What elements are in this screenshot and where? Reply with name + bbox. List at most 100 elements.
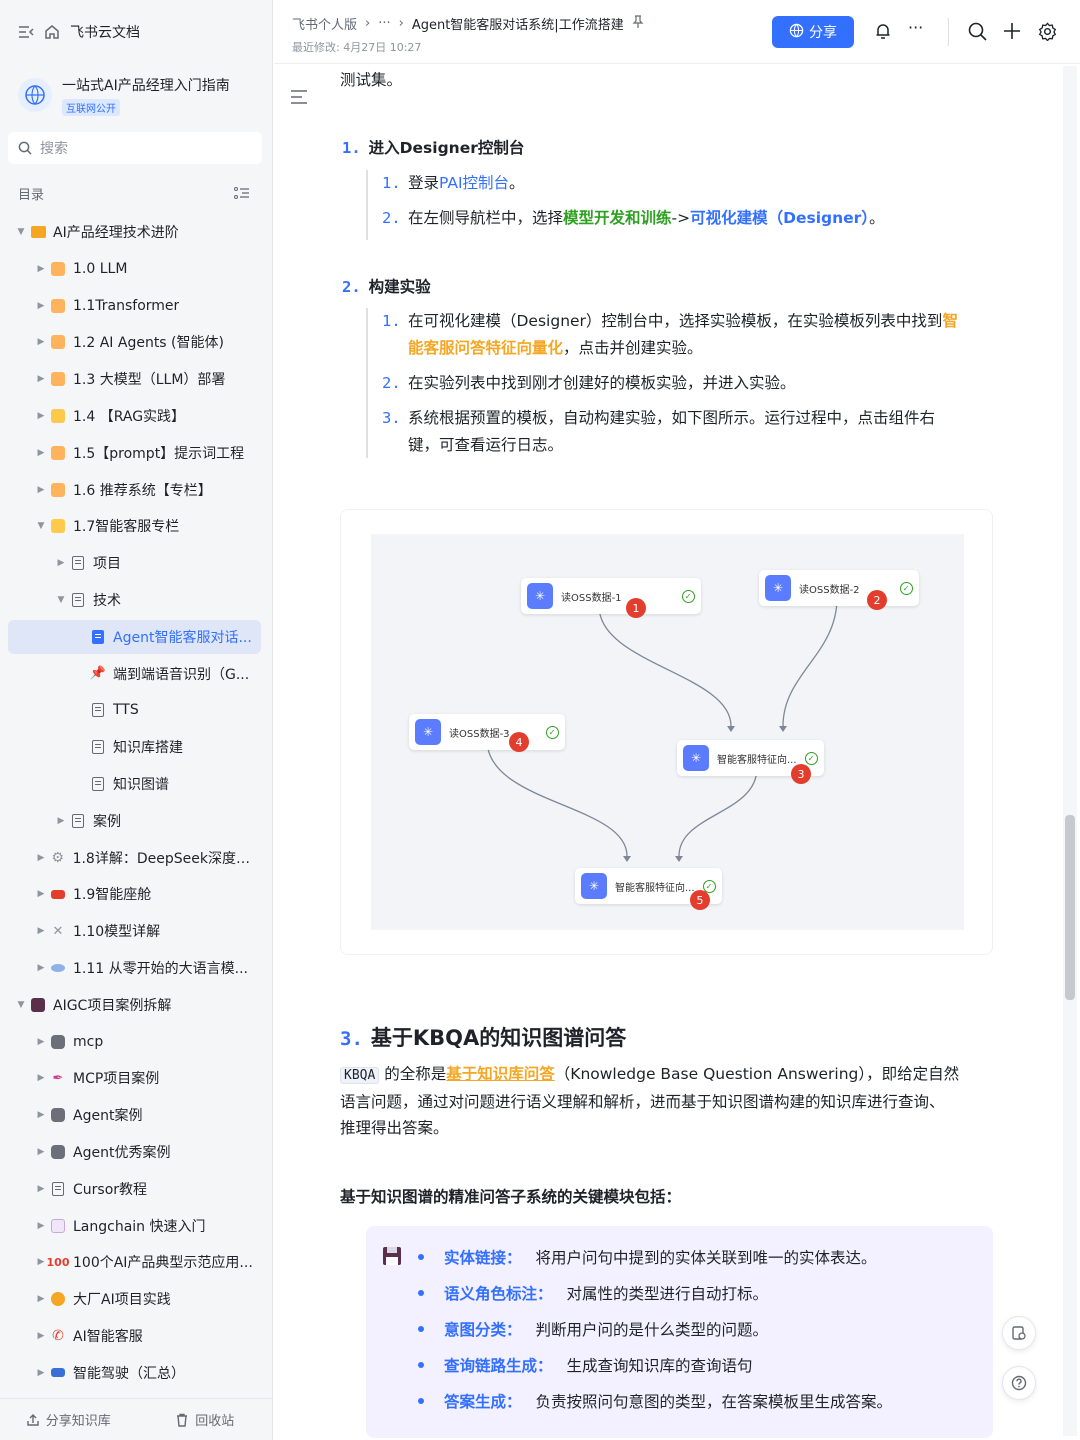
list-item: 实体链接： 将用户问句中提到的实体关联到唯一的实体表达。: [418, 1246, 877, 1268]
sidebar-item[interactable]: ▶ 100 100个AI产品典型示范应用...: [8, 1245, 261, 1279]
workflow-node[interactable]: ✳ 读OSS数据-2 ✓: [759, 570, 919, 606]
chevron-right-icon[interactable]: ▶: [34, 889, 48, 899]
sidebar-item[interactable]: ▶ mcp: [8, 1025, 261, 1059]
bullet: [418, 1362, 424, 1368]
sidebar-item[interactable]: 知识库搭建: [8, 730, 261, 764]
sidebar-item[interactable]: ▶ ⚙ 1.8详解：DeepSeek深度推...: [8, 841, 261, 875]
chevron-right-icon[interactable]: ▶: [34, 411, 48, 421]
sidebar-item-label: TTS: [113, 702, 139, 719]
recycle-bin-button[interactable]: 回收站: [137, 1410, 274, 1429]
sidebar-item[interactable]: ▶ 项目: [8, 546, 261, 580]
paragraph: KBQA 的全称是基于知识库问答（Knowledge Base Question…: [340, 1061, 1000, 1141]
sidebar-item[interactable]: ▶ 智能驾驶（汇总）: [8, 1356, 261, 1390]
scrollbar-thumb[interactable]: [1065, 815, 1075, 1000]
chevron-down-icon[interactable]: ▼: [14, 1000, 28, 1010]
plus-icon[interactable]: [1003, 22, 1021, 44]
bell-icon[interactable]: [874, 22, 892, 44]
sidebar-item[interactable]: ▶ ✆ AI智能客服: [8, 1319, 261, 1353]
doc-header: 飞书个人版 › ··· › Agent智能客服对话系统|工作流搭建 最近修改: …: [274, 0, 1080, 64]
chevron-right-icon[interactable]: ▶: [34, 1110, 48, 1120]
chevron-right-icon[interactable]: ▶: [54, 558, 68, 568]
sidebar-item[interactable]: ▶ 案例: [8, 804, 261, 838]
brand-name[interactable]: 飞书云文档: [70, 22, 140, 42]
sidebar-item-label: Langchain 快速入门: [73, 1218, 206, 1235]
sidebar-item[interactable]: ▼ 技术: [8, 583, 261, 617]
node-icon: ✳: [765, 575, 791, 601]
sidebar-item[interactable]: ▶ Agent案例: [8, 1098, 261, 1132]
pin-icon[interactable]: [632, 15, 644, 32]
chevron-right-icon[interactable]: ▶: [34, 853, 48, 863]
knowledge-base-header[interactable]: 一站式AI产品经理入门指南 互联网公开: [0, 64, 272, 126]
chevron-down-icon[interactable]: ▼: [34, 521, 48, 531]
doc-info-button[interactable]: [1002, 1316, 1036, 1350]
help-button[interactable]: [1002, 1366, 1036, 1400]
toc-list-icon[interactable]: [234, 186, 250, 200]
workflow-canvas: ✳ 读OSS数据-1 ✓ 1 ✳ 读OSS数据-2 ✓ 2 ✳ 读OSS数据-3: [371, 534, 964, 930]
step-badge: 2: [867, 590, 887, 610]
sidebar-item[interactable]: ▼ AIGC项目案例拆解: [8, 988, 261, 1022]
pai-console-link[interactable]: PAI控制台: [439, 174, 509, 192]
chevron-right-icon[interactable]: ▶: [34, 1073, 48, 1083]
sidebar-item[interactable]: 知识图谱: [8, 767, 261, 801]
sidebar-item[interactable]: ▶ 1.1Transformer: [8, 289, 261, 323]
breadcrumb-root[interactable]: 飞书个人版: [292, 14, 357, 33]
sidebar-item[interactable]: ▶ 1.3 大模型（LLM）部署: [8, 362, 261, 396]
gear-icon[interactable]: [1038, 22, 1057, 45]
chevron-right-icon[interactable]: ▶: [34, 1368, 48, 1378]
chevron-down-icon[interactable]: ▼: [54, 595, 68, 605]
breadcrumb-current[interactable]: Agent智能客服对话系统|工作流搭建: [412, 14, 624, 33]
chevron-right-icon[interactable]: ▶: [34, 1331, 48, 1341]
sidebar-item[interactable]: ▶ Cursor教程: [8, 1172, 261, 1206]
home-icon[interactable]: [44, 24, 60, 40]
chevron-right-icon[interactable]: ▶: [54, 816, 68, 826]
sidebar-item[interactable]: ▶ 1.6 推荐系统【专栏】: [8, 473, 261, 507]
chevron-right-icon[interactable]: ▶: [34, 1147, 48, 1157]
chevron-right-icon[interactable]: ▶: [34, 926, 48, 936]
share-knowledge-base-button[interactable]: 分享知识库: [0, 1410, 137, 1429]
chevron-right-icon[interactable]: ▶: [34, 1294, 48, 1304]
sidebar-item[interactable]: ▶ ✒ MCP项目案例: [8, 1061, 261, 1095]
chevron-right-icon[interactable]: ▶: [34, 1184, 48, 1194]
sidebar-item[interactable]: ▼ AI产品经理技术进阶: [8, 215, 261, 249]
sidebar-item[interactable]: ▶ 1.2 AI Agents (智能体): [8, 325, 261, 359]
module-key: 查询链路生成：: [444, 1357, 553, 1375]
paragraph-text: 的全称是: [384, 1065, 447, 1083]
chevron-right-icon[interactable]: ▶: [34, 448, 48, 458]
collapse-sidebar-icon[interactable]: [18, 25, 34, 39]
outline-icon[interactable]: [290, 90, 308, 108]
workflow-node[interactable]: ✳ 读OSS数据-1 ✓: [521, 578, 701, 614]
sidebar-item[interactable]: ▶ 1.0 LLM: [8, 252, 261, 286]
search-icon[interactable]: [968, 22, 987, 45]
scrollbar-track[interactable]: [1063, 66, 1077, 1436]
workflow-node[interactable]: ✳ 读OSS数据-3 ✓: [409, 714, 565, 750]
chevron-right-icon[interactable]: ▶: [34, 1037, 48, 1047]
sidebar-item[interactable]: ▶ 1.4 【RAG实践】: [8, 399, 261, 433]
sidebar-item[interactable]: ▼ 1.7智能客服专栏: [8, 509, 261, 543]
step-heading: 2. 构建实验: [342, 275, 431, 297]
sidebar-item[interactable]: 📌 端到端语音识别（G...: [8, 657, 261, 691]
share-button[interactable]: 分享: [772, 16, 854, 48]
breadcrumb-more[interactable]: ···: [378, 16, 390, 31]
chevron-right-icon[interactable]: ▶: [34, 337, 48, 347]
chevron-right-icon[interactable]: ▶: [34, 485, 48, 495]
chevron-down-icon[interactable]: ▼: [14, 227, 28, 237]
more-icon[interactable]: ···: [908, 18, 923, 37]
sidebar-item[interactable]: ▶ 1.5【prompt】提示词工程: [8, 436, 261, 470]
chevron-right-icon[interactable]: ▶: [34, 1221, 48, 1231]
sidebar-item[interactable]: ▶ 1.11 从零开始的大语言模...: [8, 951, 261, 985]
chevron-right-icon[interactable]: ▶: [34, 963, 48, 973]
sidebar-item[interactable]: ▶ Agent优秀案例: [8, 1135, 261, 1169]
list-item: 语义角色标注： 对属性的类型进行自动打标。: [418, 1282, 768, 1304]
sidebar-item[interactable]: ▶ Langchain 快速入门: [8, 1209, 261, 1243]
sidebar-item[interactable]: Agent智能客服对话...: [8, 619, 261, 654]
workflow-image-card[interactable]: ✳ 读OSS数据-1 ✓ 1 ✳ 读OSS数据-2 ✓ 2 ✳ 读OSS数据-3: [340, 509, 993, 955]
chevron-right-icon[interactable]: ▶: [34, 374, 48, 384]
sidebar-item[interactable]: ▶ ✕ 1.10模型详解: [8, 914, 261, 948]
sidebar-item[interactable]: ▶ 1.9智能座舱: [8, 877, 261, 911]
sidebar-item[interactable]: ▶ 大厂AI项目实践: [8, 1282, 261, 1316]
chevron-right-icon[interactable]: ▶: [34, 301, 48, 311]
chevron-right-icon[interactable]: ▶: [34, 264, 48, 274]
sidebar-item[interactable]: TTS: [8, 693, 261, 727]
search-input[interactable]: 搜索: [8, 132, 262, 164]
sidebar-item-label: Cursor教程: [73, 1181, 148, 1198]
